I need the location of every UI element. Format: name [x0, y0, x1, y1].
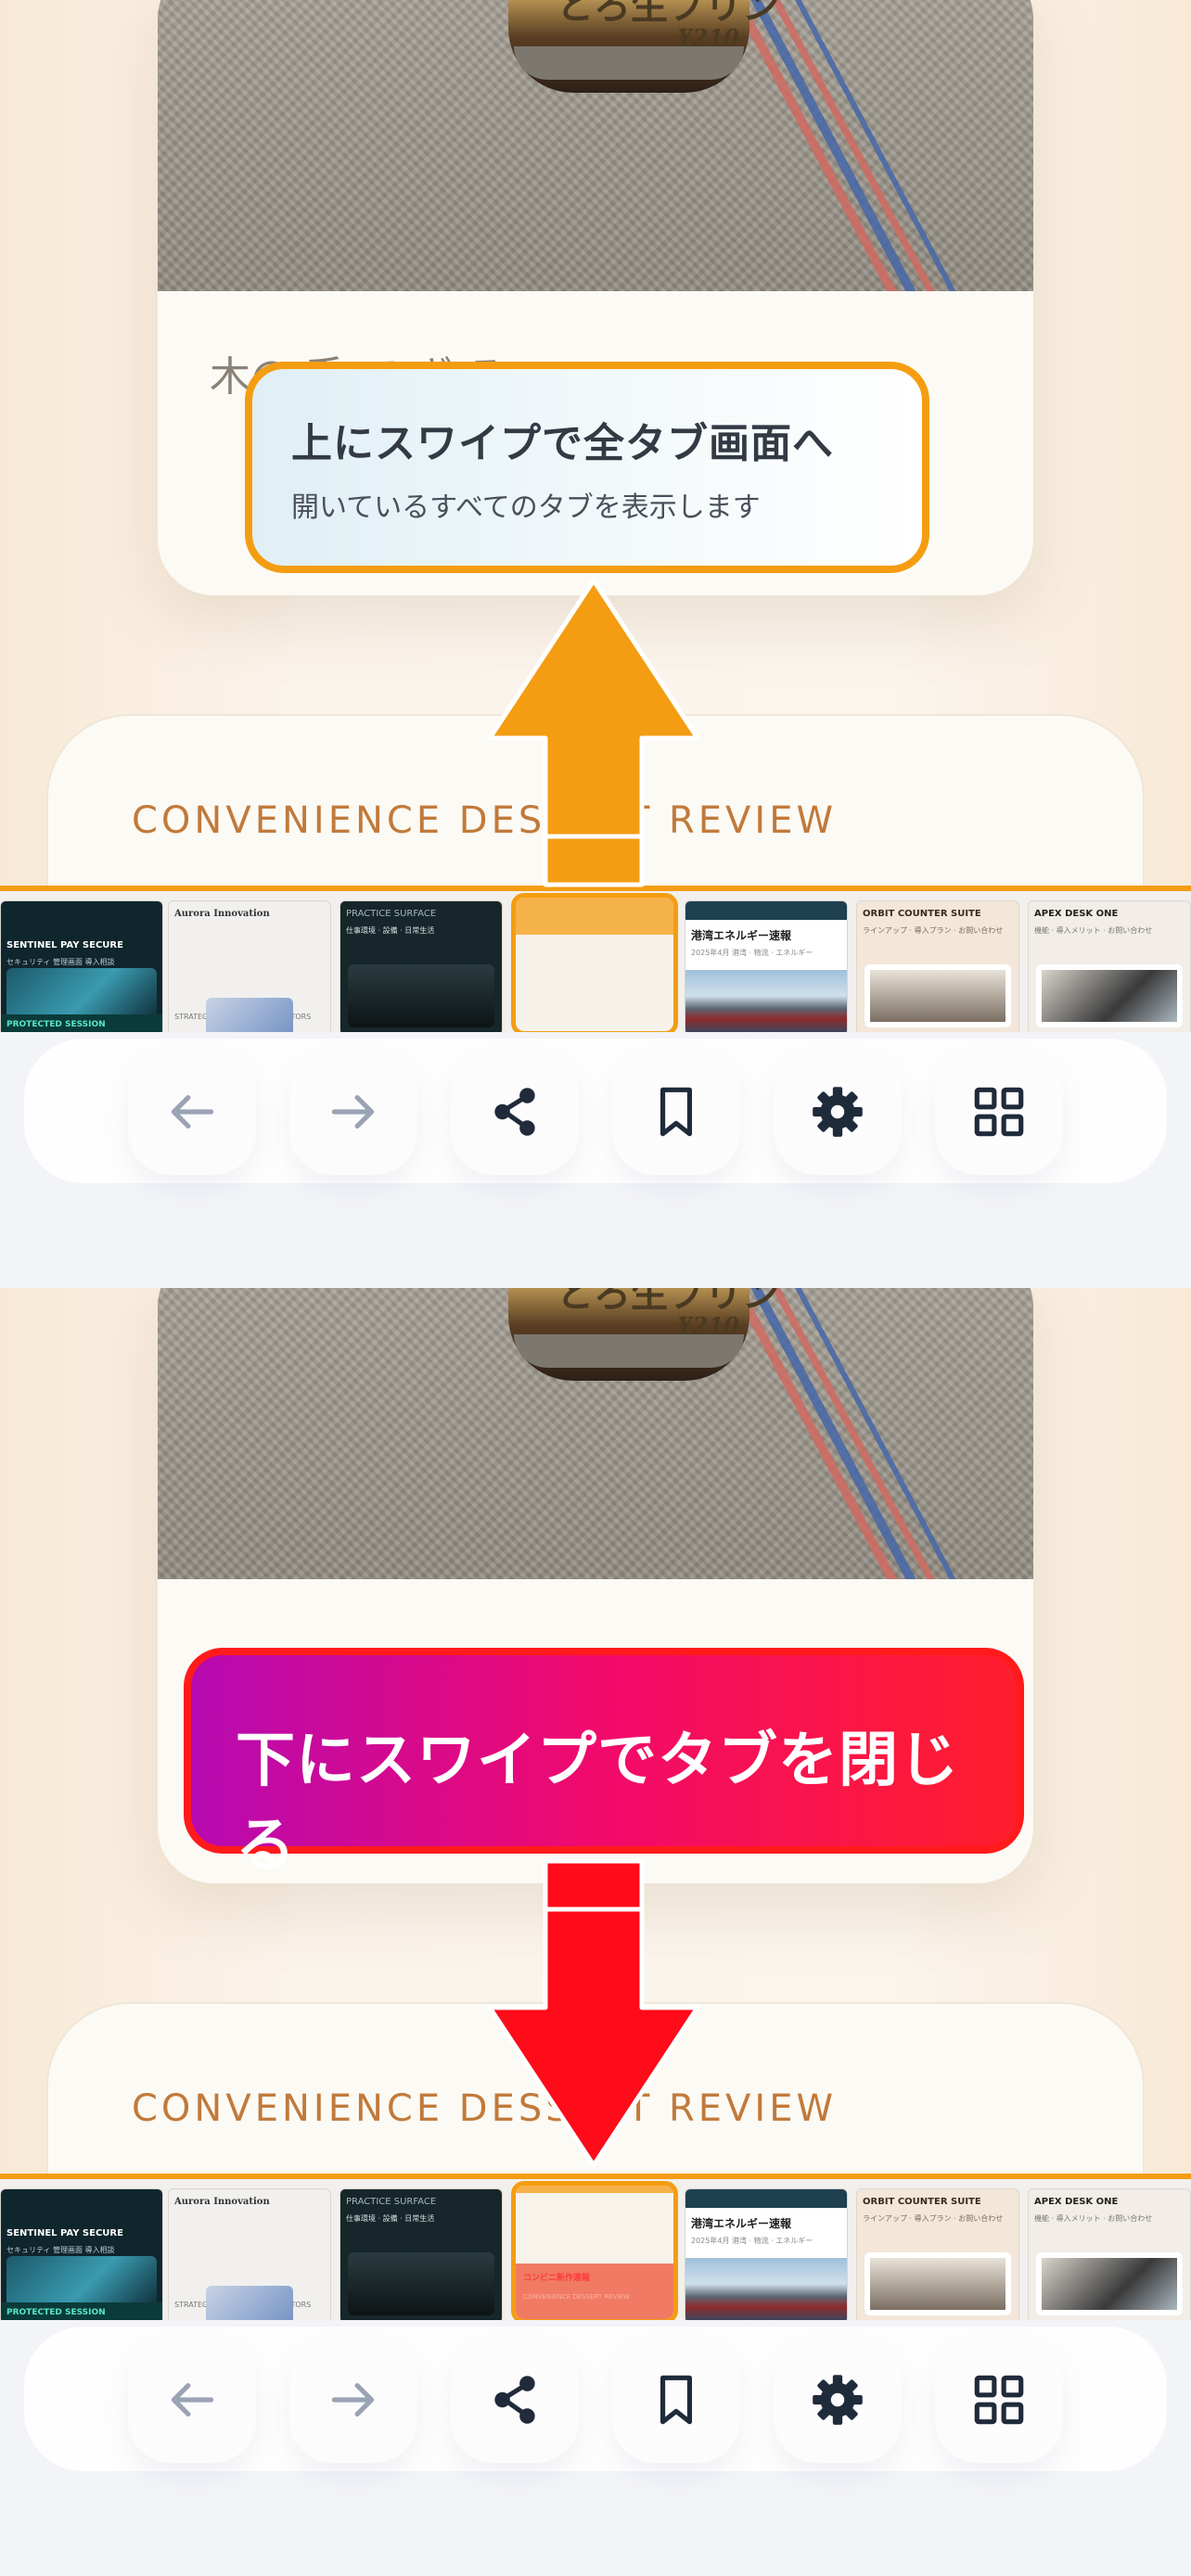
tab-thumbnail-title: APEX DESK ONE [1034, 2197, 1119, 2207]
tab-thumbnail-image [348, 2252, 494, 2315]
tab-thumbnail-title: ORBIT COUNTER SUITE [863, 2197, 981, 2207]
cup-label: とろ生プリン [557, 1288, 779, 1316]
tab-strip[interactable]: SENTINEL PAY SECURE セキュリティ 管理画面 導入相談 PRO… [0, 2174, 1191, 2324]
active-tab-subtitle: CONVENIENCE DESSERT REVIEW [523, 2293, 630, 2301]
tab-thumbnail[interactable]: 港湾エネルギー速報 2025年4月 港湾 · 物流 · エネルギー [685, 900, 848, 1036]
swipe-up-hint-subtitle: 開いているすべてのタブを表示します [291, 491, 761, 524]
tab-thumbnail[interactable]: 港湾エネルギー速報 2025年4月 港湾 · 物流 · エネルギー [685, 2188, 848, 2324]
tab-thumbnail-subtitle: 2025年4月 港湾 · 物流 · エネルギー [691, 949, 813, 957]
active-tab-thumbnail[interactable] [511, 893, 678, 1036]
tab-thumbnail-title: 港湾エネルギー速報 [691, 929, 792, 942]
swipe-up-arrow-icon [487, 578, 700, 887]
forward-arrow-icon [331, 2382, 375, 2417]
tab-thumbnail[interactable]: Aurora Innovation STRATEGY · PROGRAMS · … [168, 2188, 331, 2324]
share-button[interactable] [451, 1049, 579, 1175]
tab-thumbnail[interactable]: PRACTICE SURFACE 仕事環境 · 設備 · 日常生活 [339, 900, 503, 1036]
tab-thumbnail-subtitle: ラインアップ · 導入プラン · お問い合わせ [863, 926, 1004, 935]
article-photo: とろ生プリン ¥210 [158, 0, 1033, 291]
tab-thumbnail[interactable]: ORBIT COUNTER SUITE ラインアップ · 導入プラン · お問い… [856, 900, 1019, 1036]
tab-strip[interactable]: SENTINEL PAY SECURE セキュリティ 管理画面 導入相談 PRO… [0, 886, 1191, 1036]
tab-thumbnail-title: SENTINEL PAY SECURE [6, 940, 123, 950]
tab-thumbnail-subtitle: セキュリティ 管理画面 導入相談 [6, 2246, 115, 2254]
tab-thumbnail[interactable]: SENTINEL PAY SECURE セキュリティ 管理画面 導入相談 PRO… [0, 900, 163, 1036]
share-icon [494, 2376, 535, 2424]
tab-thumbnail[interactable]: APEX DESK ONE 機能 · 導入メリット · お問い合わせ [1028, 900, 1191, 1036]
tab-thumbnail-header [685, 2189, 847, 2208]
tab-thumbnail-image [864, 964, 1011, 1027]
forward-button[interactable] [289, 1049, 417, 1175]
article-photo: とろ生プリン ¥210 [158, 1288, 1033, 1579]
tab-thumbnail-image [685, 970, 847, 1035]
tab-thumbnail[interactable]: ORBIT COUNTER SUITE ラインアップ · 導入プラン · お問い… [856, 2188, 1019, 2324]
tab-thumbnail-subtitle: 機能 · 導入メリット · お問い合わせ [1034, 2214, 1153, 2223]
back-arrow-icon [171, 1094, 214, 1129]
tab-thumbnail[interactable]: PRACTICE SURFACE 仕事環境 · 設備 · 日常生活 [339, 2188, 503, 2324]
tab-thumbnail-title: 港湾エネルギー速報 [691, 2217, 792, 2230]
tab-thumbnail-image [6, 968, 157, 1018]
swipe-down-arrow-icon [487, 1858, 700, 2168]
bookmark-icon [660, 2375, 693, 2425]
gear-icon [813, 1087, 863, 1137]
swipe-down-hint: 下にスワイプでタブを閉じる [184, 1648, 1024, 1881]
tab-thumbnail-subtitle: ラインアップ · 導入プラン · お問い合わせ [863, 2214, 1004, 2223]
tab-thumbnail-title: Aurora Innovation [174, 909, 270, 919]
active-tab-title: コンビニ新作速報 [523, 2274, 591, 2283]
tab-thumbnail[interactable]: APEX DESK ONE 機能 · 導入メリット · お問い合わせ [1028, 2188, 1191, 2324]
bookmark-icon [660, 1087, 693, 1137]
tab-thumbnail-image [206, 2286, 293, 2323]
tab-thumbnail-title: Aurora Innovation [174, 2197, 270, 2207]
back-button[interactable] [128, 2337, 256, 2463]
tab-thumbnail-image [348, 964, 494, 1027]
swipe-down-hint-title: 下にスワイプでタブを閉じる [236, 1727, 959, 1881]
tab-thumbnail-image [685, 2258, 847, 2323]
tab-thumbnail-image [6, 2256, 157, 2306]
tab-thumbnail-image [1036, 964, 1183, 1027]
forward-arrow-icon [331, 1094, 375, 1129]
tab-thumbnail-title: PRACTICE SURFACE [346, 2197, 437, 2207]
tab-thumbnail-image [1036, 2252, 1183, 2315]
tab-thumbnail-image [206, 998, 293, 1035]
back-arrow-icon [171, 2382, 214, 2417]
settings-button[interactable] [774, 2337, 902, 2463]
tab-thumbnail-title: SENTINEL PAY SECURE [6, 2228, 123, 2238]
share-icon [494, 1088, 535, 1136]
swipe-up-hint-title: 上にスワイプで全タブ画面へ [291, 420, 834, 467]
active-tab-footer: コンビニ新作速報 CONVENIENCE DESSERT REVIEW [516, 2264, 673, 2319]
tab-thumbnail-subtitle: セキュリティ 管理画面 導入相談 [6, 958, 115, 966]
active-tab-header [516, 2186, 673, 2193]
active-tab-thumbnail[interactable]: コンビニ新作速報 CONVENIENCE DESSERT REVIEW [511, 2181, 678, 2324]
tab-thumbnail[interactable]: SENTINEL PAY SECURE セキュリティ 管理画面 導入相談 PRO… [0, 2188, 163, 2324]
pudding-cup-base [514, 1334, 744, 1368]
tab-thumbnail-title: APEX DESK ONE [1034, 909, 1119, 919]
bookmark-button[interactable] [612, 1049, 740, 1175]
tab-thumbnail-title: ORBIT COUNTER SUITE [863, 909, 981, 919]
tab-thumbnail[interactable]: Aurora Innovation STRATEGY · PROGRAMS · … [168, 900, 331, 1036]
tabs-button[interactable] [935, 2337, 1063, 2463]
forward-button[interactable] [289, 2337, 417, 2463]
active-tab-header [516, 898, 673, 935]
cup-price: ¥210 [677, 1312, 739, 1339]
tab-thumbnail-subtitle: 仕事環境 · 設備 · 日常生活 [346, 926, 435, 935]
tab-thumbnail-subtitle: 仕事環境 · 設備 · 日常生活 [346, 2214, 435, 2223]
settings-button[interactable] [774, 1049, 902, 1175]
tab-thumbnail-header [685, 901, 847, 920]
bookmark-button[interactable] [612, 2337, 740, 2463]
swipe-up-panel: とろ生プリン ¥210 木の 手 で ぎ る CONVENIENCE DESSE… [0, 0, 1191, 1288]
tabs-button[interactable] [935, 1049, 1063, 1175]
share-button[interactable] [451, 2337, 579, 2463]
tab-grid-icon [974, 2375, 1024, 2425]
tab-grid-icon [974, 1087, 1024, 1137]
gear-icon [813, 2375, 863, 2425]
cup-label: とろ生プリン [557, 0, 779, 28]
tab-thumbnail-title: PRACTICE SURFACE [346, 909, 437, 919]
tab-thumbnail-subtitle: 2025年4月 港湾 · 物流 · エネルギー [691, 2237, 813, 2245]
swipe-down-panel: とろ生プリン ¥210 CONVENIENCE DESSERT REVIEW S… [0, 1288, 1191, 2576]
swipe-up-hint: 上にスワイプで全タブ画面へ 開いているすべてのタブを表示します [245, 362, 929, 573]
back-button[interactable] [128, 1049, 256, 1175]
tab-thumbnail-image [864, 2252, 1011, 2315]
cup-price: ¥210 [677, 24, 739, 51]
pudding-cup-base [514, 46, 744, 80]
tab-thumbnail-subtitle: 機能 · 導入メリット · お問い合わせ [1034, 926, 1153, 935]
